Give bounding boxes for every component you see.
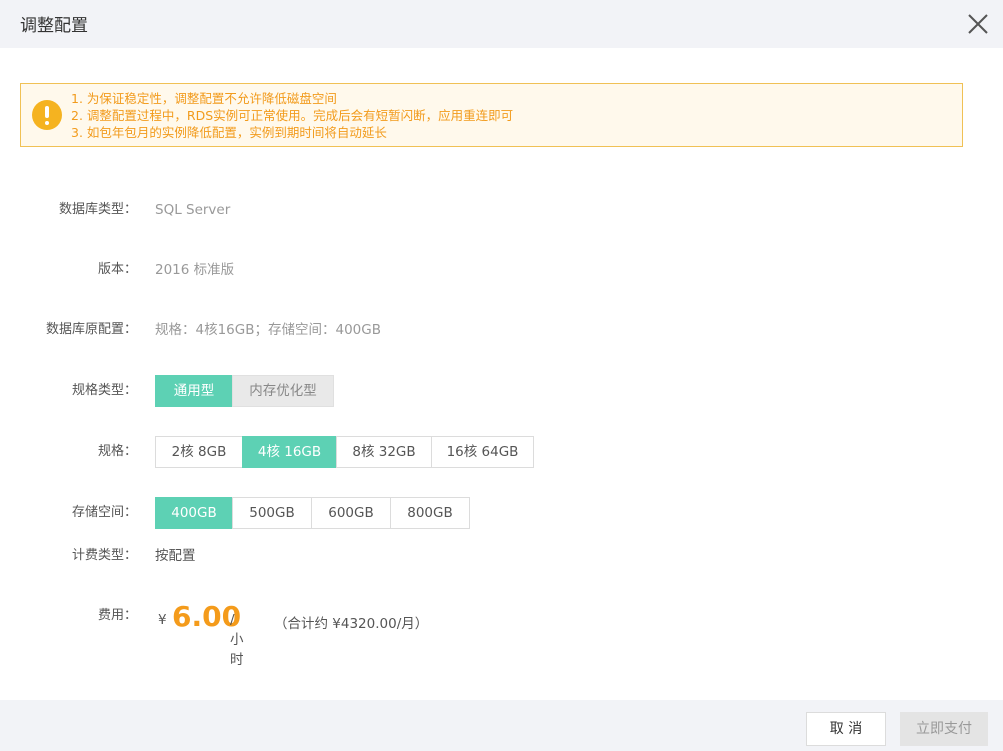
spec-label: 规格： [97, 444, 137, 459]
billing-label: 计费类型： [71, 548, 137, 563]
spec-row: 规格： 2核 8GB 4核 16GB 8核 32GB 16核 64GB [0, 436, 1003, 468]
spec-option-16c64g[interactable]: 16核 64GB [431, 436, 534, 468]
spec-option-8c32g[interactable]: 8核 32GB [336, 436, 432, 468]
db-type-value: SQL Server [155, 202, 231, 218]
version-row: 版本： 2016 标准版 [0, 254, 1003, 286]
billing-value: 按配置 [155, 548, 196, 564]
warning-icon [32, 100, 62, 130]
storage-group: 400GB 500GB 600GB 800GB [155, 497, 470, 529]
warning-alert: 1. 为保证稳定性，调整配置不允许降低磁盘空间 2. 调整配置过程中，RDS实例… [20, 83, 963, 147]
orig-config-row: 数据库原配置： 规格：4核16GB；存储空间：400GB [0, 314, 1003, 346]
spec-type-row: 规格类型： 通用型 内存优化型 [0, 375, 1003, 407]
spec-type-label: 规格类型： [71, 383, 137, 398]
storage-option-600[interactable]: 600GB [311, 497, 391, 529]
fee-row: 费用： [0, 600, 1003, 632]
storage-option-400[interactable]: 400GB [155, 497, 233, 529]
spec-type-memory-optimized[interactable]: 内存优化型 [232, 375, 334, 407]
alert-line: 3. 如包年包月的实例降低配置，实例到期时间将自动延长 [71, 125, 387, 140]
orig-config-value: 规格：4核16GB；存储空间：400GB [155, 322, 381, 338]
cancel-button[interactable]: 取 消 [806, 712, 886, 746]
billing-row: 计费类型： 按配置 [0, 540, 1003, 572]
storage-option-800[interactable]: 800GB [390, 497, 470, 529]
alert-line: 2. 调整配置过程中，RDS实例可正常使用。完成后会有短暂闪断，应用重连即可 [71, 108, 514, 123]
storage-option-500[interactable]: 500GB [232, 497, 312, 529]
spec-option-4c16g[interactable]: 4核 16GB [242, 436, 337, 468]
close-icon[interactable] [964, 10, 992, 38]
fee-label: 费用： [97, 608, 137, 623]
storage-label: 存储空间： [71, 505, 137, 520]
spec-group: 2核 8GB 4核 16GB 8核 32GB 16核 64GB [155, 436, 534, 468]
dialog-header: 调整配置 [0, 0, 1003, 48]
currency-symbol: ¥ [158, 612, 167, 628]
spec-type-general[interactable]: 通用型 [155, 375, 233, 407]
pay-now-button[interactable]: 立即支付 [900, 712, 988, 746]
storage-row: 存储空间： 400GB 500GB 600GB 800GB [0, 497, 1003, 529]
version-value: 2016 标准版 [155, 262, 235, 278]
alert-line: 1. 为保证稳定性，调整配置不允许降低磁盘空间 [71, 91, 337, 106]
alert-text: 1. 为保证稳定性，调整配置不允许降低磁盘空间 2. 调整配置过程中，RDS实例… [71, 90, 513, 141]
price-unit: /小时 [230, 612, 244, 668]
orig-config-label: 数据库原配置： [45, 322, 137, 337]
db-type-row: 数据库类型： SQL Server [0, 194, 1003, 226]
spec-type-group: 通用型 内存优化型 [155, 375, 334, 407]
dialog-title: 调整配置 [20, 16, 88, 36]
db-type-label: 数据库类型： [58, 202, 137, 217]
spec-option-2c8g[interactable]: 2核 8GB [155, 436, 243, 468]
price-monthly-total: （合计约 ¥4320.00/月） [274, 616, 429, 632]
dialog-footer: 取 消 立即支付 [0, 700, 1003, 751]
version-label: 版本： [97, 262, 137, 277]
